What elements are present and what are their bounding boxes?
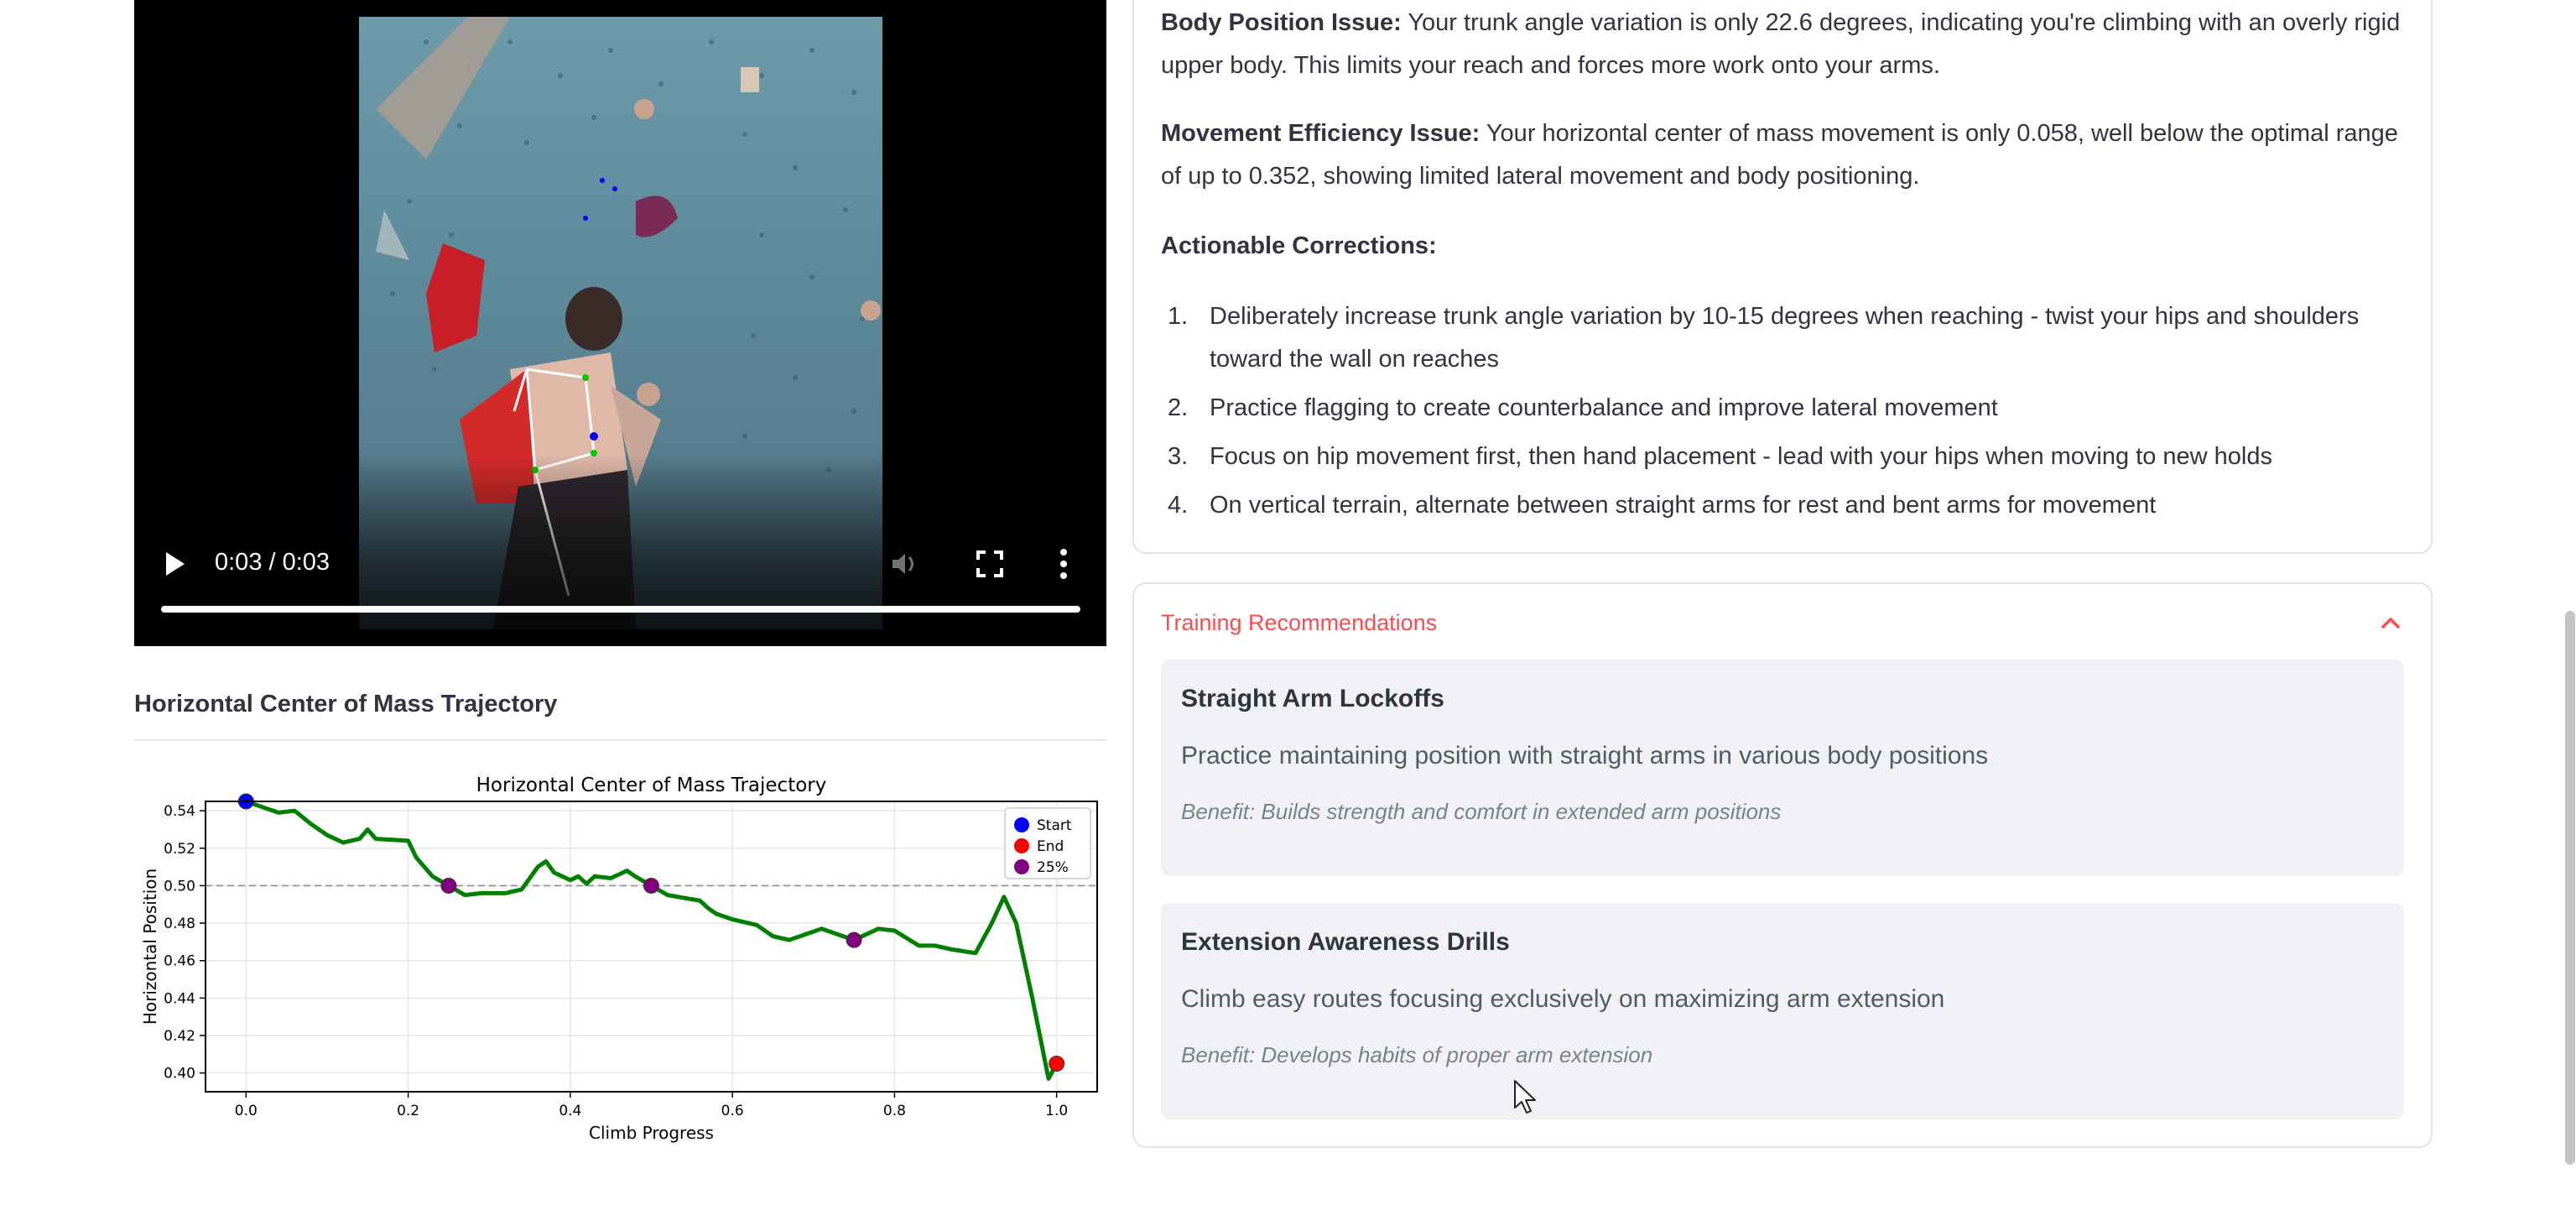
y-tick-label: 0.52 [164,841,195,858]
list-item-number: 2. [1168,394,1189,421]
training-expander-title: Training Recommendations [1161,610,1438,635]
chevron-up-icon[interactable] [2379,611,2402,634]
corrections-heading: Actionable Corrections: [1161,232,1437,259]
divider [134,739,1106,741]
video-time: 0:03 / 0:03 [215,549,330,576]
y-tick-label: 0.40 [164,1066,195,1083]
body-position-label: Body Position Issue: [1161,9,1402,36]
recommendation-title: Straight Arm Lockoffs [1181,685,1444,712]
recommendation-description: Practice maintaining position with strai… [1181,742,1989,770]
body-position-paragraph: Body Position Issue: Your trunk angle va… [1161,2,2402,87]
movement-label: Movement Efficiency Issue: [1161,120,1481,147]
legend-marker [1014,817,1029,832]
corrections-list: 1. Deliberately increase trunk angle var… [1161,295,2402,533]
x-axis-label: Climb Progress [589,1123,714,1143]
marker-point [1049,1056,1065,1072]
list-item-number: 3. [1168,443,1189,470]
y-tick-label: 0.42 [164,1028,195,1045]
list-item-text: On vertical terrain, alternate between s… [1210,492,2157,519]
list-item: 2. Practice flagging to create counterba… [1161,387,2402,430]
recommendation-description: Climb easy routes focusing exclusively o… [1181,985,1945,1013]
y-tick-label: 0.54 [164,803,195,820]
marker-point [440,877,457,894]
chart-title: Horizontal Center of Mass Trajectory [476,775,827,796]
list-item-text: Deliberately increase trunk angle variat… [1210,303,2360,373]
recommendation-benefit: Benefit: Builds strength and comfort in … [1181,799,1782,824]
video-progress-bar[interactable] [161,606,1080,613]
more-vert-icon[interactable] [1055,545,1072,582]
legend-label: End [1037,838,1064,855]
recommendation-card: Straight Arm Lockoffs Practice maintaini… [1161,660,2404,876]
x-tick-label: 0.8 [883,1103,906,1119]
training-expander-header[interactable]: Training Recommendations [1161,606,2402,639]
y-tick-label: 0.44 [164,990,195,1007]
legend-marker [1014,838,1029,853]
play-icon[interactable] [159,547,190,581]
legend-marker [1014,859,1029,874]
y-tick-label: 0.50 [164,878,195,895]
fullscreen-icon[interactable] [975,549,1005,579]
legend-label: 25% [1037,859,1069,876]
chart-svg: Horizontal Center of Mass Trajectory 0.0 0… [140,775,1098,1143]
y-tick-label: 0.46 [164,953,195,970]
trajectory-line [243,799,1059,1081]
marker-point [643,877,659,894]
recommendation-card: Extension Awareness Drills Climb easy ro… [1161,903,2404,1119]
mouse-cursor-icon [1513,1079,1538,1116]
x-tick-label: 0.0 [235,1103,258,1119]
plot-frame [205,801,1098,1093]
x-tick-label: 0.6 [721,1103,744,1119]
list-item: 1. Deliberately increase trunk angle var… [1161,295,2402,381]
x-tick-label: 0.4 [559,1103,581,1119]
list-item-text: Practice flagging to create counterbalan… [1210,394,1998,421]
list-item-text: Focus on hip movement first, then hand p… [1210,443,2273,470]
legend-label: Start [1037,817,1072,834]
recommendation-title: Extension Awareness Drills [1181,928,1510,956]
volume-icon[interactable] [887,547,921,581]
page-scrollbar[interactable] [2565,611,2575,1165]
x-tick-label: 0.2 [397,1103,419,1119]
com-trajectory-chart: Horizontal Center of Mass Trajectory 0.0 0… [134,759,1106,1145]
list-item-number: 4. [1168,492,1189,519]
list-item: 4. On vertical terrain, alternate betwee… [1161,484,2402,527]
list-item-number: 1. [1168,303,1189,330]
video-player[interactable]: 0:03 / 0:03 [134,0,1106,646]
y-axis-label: Horizontal Position [140,869,160,1025]
marker-point [846,931,862,948]
movement-paragraph: Movement Efficiency Issue: Your horizont… [1161,112,2402,198]
x-tick-label: 1.0 [1045,1103,1068,1119]
y-tick-label: 0.48 [164,916,195,932]
list-item: 3. Focus on hip movement first, then han… [1161,436,2402,478]
recommendation-benefit: Benefit: Develops habits of proper arm e… [1181,1042,1653,1067]
chart-section-heading: Horizontal Center of Mass Trajectory [134,691,558,717]
